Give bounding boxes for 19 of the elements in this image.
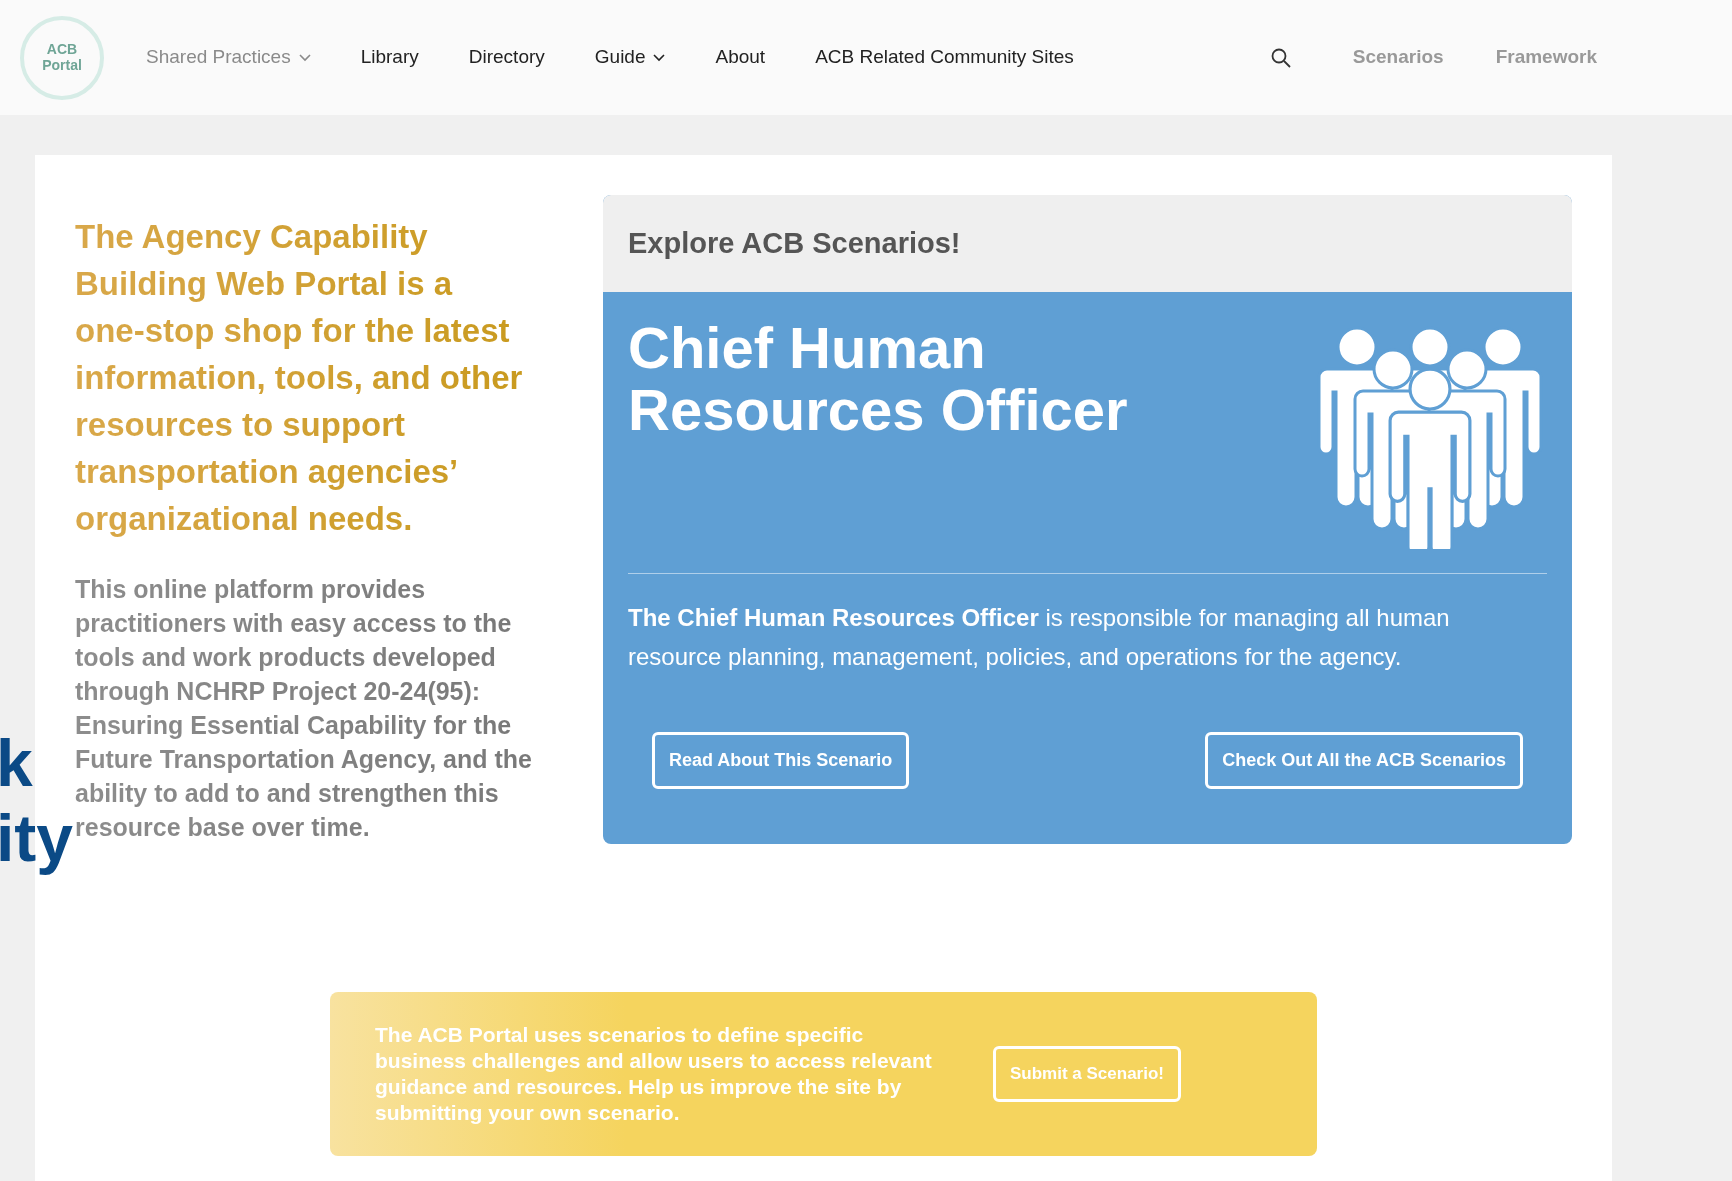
- caret-icon: [298, 53, 311, 62]
- nav-link[interactable]: Framework: [1495, 43, 1597, 72]
- search-icon[interactable]: [1270, 47, 1291, 68]
- heading-fragment: k: [0, 730, 33, 796]
- nav-link[interactable]: Library: [360, 43, 419, 72]
- nav-link[interactable]: Directory: [468, 43, 545, 72]
- nav-link[interactable]: ACB Related Community Sites: [815, 43, 1074, 72]
- scenario-title: Chief Human Resources Officer: [628, 317, 1129, 444]
- caret-icon: [653, 53, 666, 62]
- scenario-button[interactable]: Read About This Scenario: [652, 732, 910, 789]
- nav-link[interactable]: About: [715, 43, 766, 72]
- nav-link[interactable]: Guide: [594, 43, 666, 72]
- nav-link[interactable]: Shared Practices: [146, 43, 311, 72]
- logo[interactable]: ACB Portal: [20, 15, 104, 100]
- scenario-button[interactable]: Check Out All the ACB Scenarios: [1205, 732, 1523, 789]
- nav-link[interactable]: Scenarios: [1352, 43, 1444, 72]
- card-header: Explore ACB Scenarios!: [603, 195, 1572, 292]
- scenario-description: The Chief Human Resources Officer is responsible for managing all human resource planning, management, policies, and operations for the agency.: [628, 603, 1451, 672]
- banner-text: The ACB Portal uses scenarios to define specific business challenges and allow users to access relevant guidance and resources. Help us improve the site by submitting your own scenario.: [375, 1022, 933, 1126]
